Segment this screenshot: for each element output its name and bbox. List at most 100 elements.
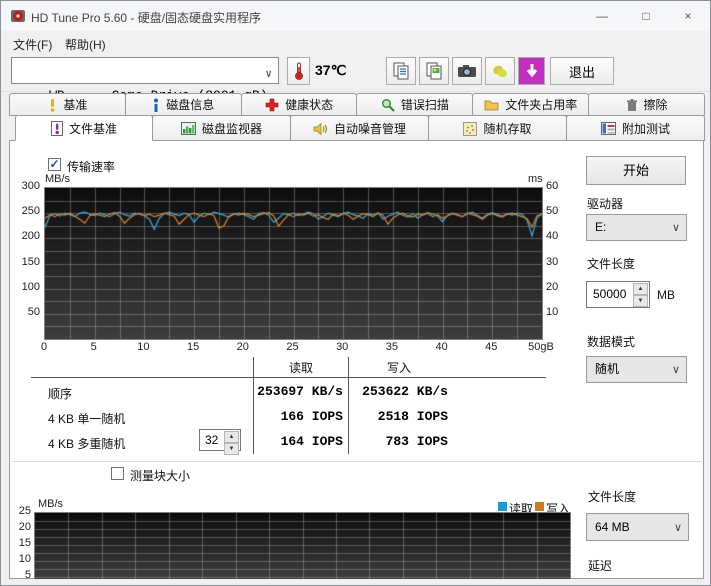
update-button[interactable] [518, 57, 545, 85]
menu-help[interactable]: 帮助(H) [59, 34, 112, 55]
exit-button[interactable]: 退出 [550, 57, 614, 85]
legend-write-swatch [535, 502, 544, 511]
drive-dropdown[interactable]: E: ∨ [586, 214, 687, 241]
transfer-rate-chart [44, 187, 543, 340]
y-axis-unit-label: MB/s [45, 173, 71, 185]
axis-tick: 15 [186, 341, 200, 353]
row-label: 4 KB 单一随机 [48, 412, 126, 426]
row-label: 顺序 [48, 387, 73, 401]
axis-tick: 50 [546, 205, 559, 218]
axis-tick: 10 [546, 305, 559, 318]
speaker-icon [313, 122, 328, 135]
axis-tick: 30 [336, 341, 349, 353]
info-icon [154, 98, 159, 112]
axis-tick: 40 [435, 341, 448, 353]
write-value: 253622 KB/s [362, 384, 448, 399]
tab-label: 附加测试 [621, 122, 670, 136]
axis-tick: 5 [24, 569, 31, 581]
app-window: HD Tune Pro 5.60 - 硬盘/固态硬盘实用程序 — □ × 文件(… [0, 0, 711, 586]
chevron-down-icon: ∨ [671, 364, 680, 376]
tab-error-scan[interactable]: 错误扫描 [356, 93, 474, 116]
tab-label: 错误扫描 [400, 98, 449, 112]
axis-tick: 250 [21, 205, 40, 218]
spin-down-icon[interactable]: ▼ [633, 295, 648, 307]
close-button[interactable]: × [668, 1, 708, 31]
axis-tick: 15 [18, 537, 31, 549]
file-length-stepper[interactable]: 50000 ▲ ▼ [586, 281, 650, 308]
queue-depth-stepper[interactable]: 32 ▲ ▼ [199, 429, 241, 455]
tab-label: 随机存取 [483, 122, 532, 136]
random-dots-icon [463, 121, 478, 136]
tab-erase[interactable]: 擦除 [588, 93, 705, 116]
tab-row-2: 文件基准 磁盘监视器 自动噪音管理 随机存取 附加测试 [15, 115, 705, 141]
file-length-label: 文件长度 [587, 257, 636, 271]
window-bottom-strip [1, 579, 710, 585]
drive-value: E: [595, 220, 607, 234]
spin-down-icon[interactable]: ▼ [224, 443, 239, 455]
block-size-label: 测量块大小 [130, 469, 191, 483]
start-label: 开始 [622, 163, 649, 178]
tab-label: 磁盘监视器 [201, 122, 262, 136]
minimize-button[interactable]: — [582, 1, 622, 31]
chevron-down-icon: ∨ [671, 222, 680, 234]
table-header-rule [31, 377, 546, 378]
axis-tick: 300 [21, 180, 40, 192]
tab-label: 健康状态 [285, 98, 334, 112]
thermometer-icon [294, 62, 303, 80]
copy-text-button[interactable] [386, 57, 416, 85]
copy-text-icon [393, 62, 409, 80]
tab-file-benchmark[interactable]: 文件基准 [15, 115, 153, 141]
data-mode-dropdown[interactable]: 随机 ∨ [586, 356, 687, 383]
tab-disk-monitor[interactable]: 磁盘监视器 [152, 115, 291, 141]
col-header-read: 读取 [288, 361, 313, 375]
drive-selector-dropdown[interactable]: WD Game Drive (8001 gB) ∨ [11, 57, 279, 103]
start-button[interactable]: 开始 [586, 156, 686, 185]
check-icon: ✓ [49, 157, 60, 171]
window-title: HD Tune Pro 5.60 - 硬盘/固态硬盘实用程序 [31, 11, 262, 25]
hands-icon [493, 65, 507, 78]
row-label: 4 KB 多重随机 [48, 437, 126, 451]
read-value: 166 IOPS [280, 409, 343, 424]
tab-folder-usage[interactable]: 文件夹占用率 [472, 93, 590, 116]
spin-up-icon[interactable]: ▲ [224, 431, 239, 443]
screenshot-button[interactable] [452, 57, 482, 85]
download-arrow-icon [526, 64, 537, 78]
file-length-dropdown-2[interactable]: 64 MB ∨ [586, 513, 689, 541]
tab-disk-info[interactable]: 磁盘信息 [124, 93, 242, 116]
queue-depth-value: 32 [205, 433, 219, 447]
temperature-button[interactable] [287, 57, 310, 85]
axis-tick: 35 [385, 341, 399, 353]
transfer-rate-checkbox[interactable]: ✓ [48, 158, 61, 171]
legend-read-swatch [498, 502, 507, 511]
axis-tick: 45 [485, 341, 498, 353]
file-length-label-2: 文件长度 [588, 490, 637, 504]
axis-tick: 40 [546, 230, 559, 243]
app-icon [11, 10, 25, 22]
data-mode-label: 数据模式 [587, 335, 636, 349]
axis-tick: 0 [40, 341, 48, 353]
col-header-write: 写入 [386, 361, 411, 375]
tab-row-1: 基准 磁盘信息 健康状态 错误扫描 文件夹占用率 擦除 [9, 93, 705, 116]
menu-file[interactable]: 文件(F) [7, 34, 58, 55]
write-value: 2518 IOPS [377, 409, 448, 424]
tab-health[interactable]: 健康状态 [240, 93, 358, 116]
monitor-chart-icon [180, 122, 196, 135]
tab-random-access[interactable]: 随机存取 [428, 115, 567, 141]
data-mode-value: 随机 [595, 362, 620, 376]
tab-label: 自动噪音管理 [333, 122, 406, 136]
axis-tick: 20 [236, 341, 249, 353]
copy-image-button[interactable] [419, 57, 449, 85]
donate-button[interactable] [485, 57, 515, 85]
tab-benchmark[interactable]: 基准 [9, 93, 126, 116]
axis-tick: 25 [286, 341, 299, 353]
maximize-button[interactable]: □ [626, 1, 666, 31]
block-size-checkbox[interactable] [111, 467, 124, 480]
spin-up-icon[interactable]: ▲ [633, 283, 648, 295]
chevron-down-icon: ∨ [673, 522, 682, 534]
tab-aam[interactable]: 自动噪音管理 [290, 115, 429, 141]
temperature-value: 37℃ [315, 62, 347, 78]
tab-label: 擦除 [643, 98, 668, 112]
file-length-value-2: 64 MB [595, 520, 630, 534]
axis-tick: 10 [137, 341, 150, 353]
tab-extra-tests[interactable]: 附加测试 [566, 115, 705, 141]
